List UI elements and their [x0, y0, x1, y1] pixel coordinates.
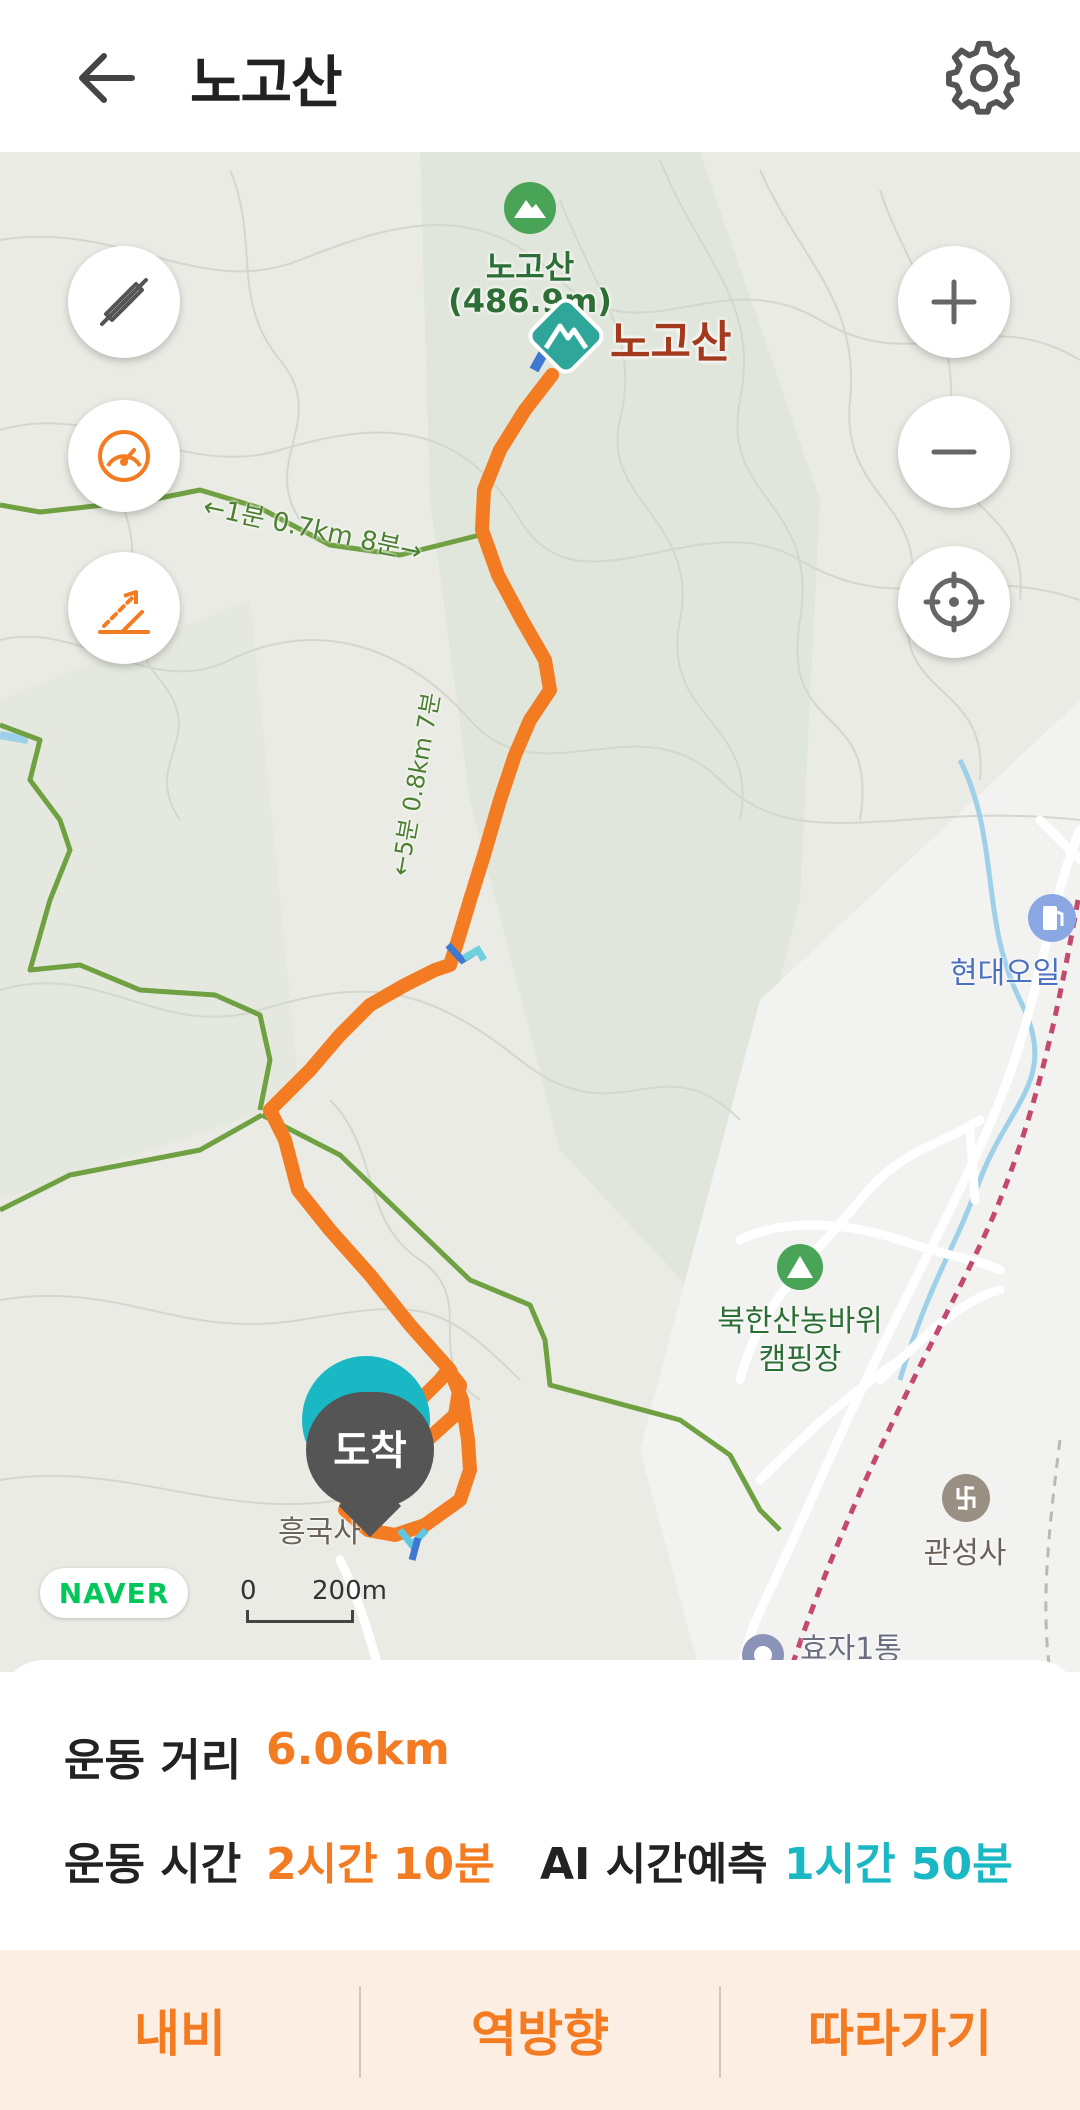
- mountain-icon: [504, 182, 556, 234]
- speedometer-icon: [98, 430, 150, 482]
- destination-label: 노고산: [610, 317, 732, 368]
- arrival-text: 도착: [333, 1428, 407, 1474]
- time-value: 2시간 10분: [266, 1839, 495, 1890]
- scale-bar: [246, 1610, 354, 1623]
- top-bar: 노고산: [0, 0, 1080, 152]
- settings-button[interactable]: [946, 40, 1022, 116]
- scale-zero: 0: [240, 1576, 257, 1606]
- locate-icon: [923, 571, 985, 633]
- campsite-name-2: 캠핑장: [758, 1342, 842, 1377]
- action-bar: 내비 역방향 따라가기: [0, 1950, 1080, 2110]
- gas-station-name: 현대오일: [950, 956, 1061, 991]
- scale-distance: 200m: [312, 1576, 387, 1606]
- destination-marker[interactable]: 노고산: [524, 294, 764, 384]
- ai-prediction-value: 1시간 50분: [784, 1839, 1013, 1890]
- compass-off-icon: [100, 278, 148, 326]
- speedometer-button[interactable]: [68, 400, 180, 512]
- follow-button[interactable]: 따라가기: [720, 1950, 1080, 2110]
- compass-toggle-button[interactable]: [68, 246, 180, 358]
- locate-button[interactable]: [898, 546, 1010, 658]
- zoom-out-icon: [931, 449, 977, 455]
- navi-button[interactable]: 내비: [0, 1950, 360, 2110]
- temple-icon: [942, 1474, 990, 1522]
- map-view[interactable]: 노고산 (486.9m) 노고산 ←1분 0.7km 8분→ ←5분 0.8km…: [0, 152, 1080, 1672]
- reverse-button[interactable]: 역방향: [360, 1950, 720, 2110]
- arrow-left-icon: [79, 53, 135, 103]
- campsite-icon: [777, 1244, 823, 1290]
- map-scale: 0 200m: [240, 1570, 390, 1623]
- elevation-button[interactable]: [68, 552, 180, 664]
- back-button[interactable]: [70, 40, 146, 116]
- distance-label: 운동 거리: [64, 1735, 242, 1786]
- stats-sheet: 운동 거리 6.06km 운동 시간 2시간 10분 AI 시간예측 1시간 5…: [0, 1660, 1080, 1950]
- campsite-poi[interactable]: 북한산농바위 캠핑장: [690, 1242, 910, 1382]
- destination-mountain-icon: [528, 298, 604, 374]
- arrival-marker[interactable]: 도착: [300, 1352, 440, 1552]
- temple-poi[interactable]: 관성사: [910, 1472, 1040, 1582]
- gear-icon: [946, 40, 1020, 115]
- zoom-in-button[interactable]: [898, 246, 1010, 358]
- zoom-out-button[interactable]: [898, 396, 1010, 508]
- ai-prediction-label: AI 시간예측: [540, 1839, 768, 1890]
- temple-name: 관성사: [923, 1536, 1007, 1571]
- distance-value: 6.06km: [266, 1724, 450, 1775]
- arrival-pin: 도착: [306, 1392, 434, 1538]
- time-label: 운동 시간: [64, 1839, 242, 1890]
- fuel-icon: [1028, 894, 1076, 942]
- elevation-icon: [98, 590, 150, 634]
- zoom-in-icon: [931, 279, 977, 325]
- gas-station-poi[interactable]: 현대오일: [950, 892, 1080, 1002]
- naver-logo: NAVER: [40, 1568, 188, 1618]
- page-title: 노고산: [190, 51, 343, 116]
